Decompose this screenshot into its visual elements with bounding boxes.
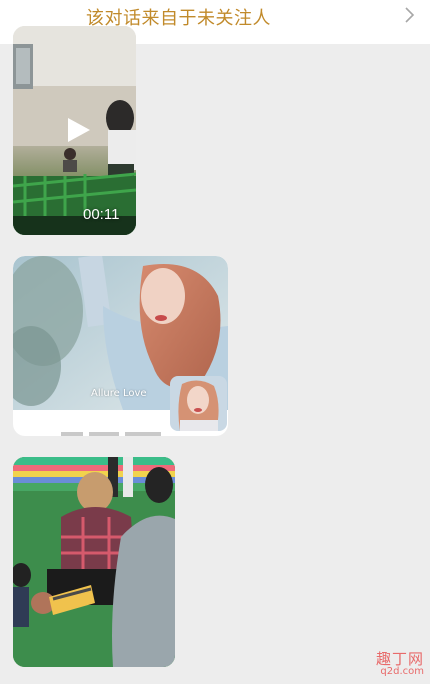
chevron-right-icon bbox=[405, 7, 415, 23]
selfie-inset-photo bbox=[170, 376, 227, 431]
video-duration: 00:11 bbox=[83, 206, 120, 223]
selfie-caption: Allure Love bbox=[91, 388, 147, 399]
play-icon[interactable] bbox=[66, 116, 92, 144]
watermark-url: q2d.com bbox=[380, 666, 424, 677]
video-message[interactable]: 00:11 bbox=[13, 26, 136, 235]
selfie-bottom-blur bbox=[61, 432, 161, 436]
group-photo bbox=[13, 457, 175, 667]
image-message-group[interactable] bbox=[13, 457, 175, 667]
image-message-selfie[interactable]: Allure Love bbox=[13, 256, 228, 436]
